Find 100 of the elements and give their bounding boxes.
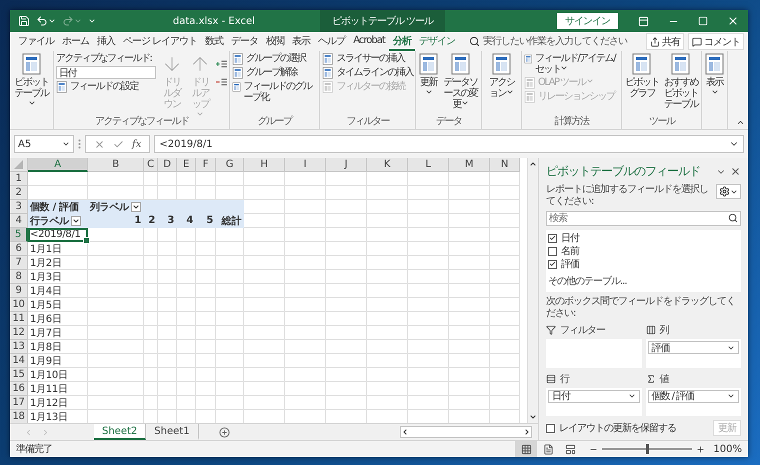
- sheet-cell[interactable]: [196, 242, 216, 256]
- sheet-cell[interactable]: [144, 326, 158, 340]
- sheet-cell[interactable]: [367, 256, 408, 270]
- ribbon-button[interactable]: フィールドのグループ化: [232, 81, 317, 103]
- row-header[interactable]: 15: [10, 368, 28, 382]
- row-header[interactable]: 6: [10, 242, 28, 256]
- ribbon-button[interactable]: フィールドの設定: [56, 81, 156, 93]
- sheet-cell[interactable]: 行ラベル: [28, 214, 88, 228]
- column-header[interactable]: J: [326, 158, 367, 172]
- sheet-cell[interactable]: [244, 270, 285, 284]
- sheet-cell[interactable]: [144, 382, 158, 396]
- area-box[interactable]: 評価: [646, 339, 741, 368]
- sheet-cell[interactable]: [177, 354, 196, 368]
- sheet-cell[interactable]: [177, 326, 196, 340]
- sheet-cell[interactable]: [158, 270, 177, 284]
- sheet-cell[interactable]: [408, 270, 449, 284]
- sheet-cell[interactable]: [326, 172, 367, 186]
- next-sheet-icon[interactable]: [41, 428, 50, 436]
- sheet-cell[interactable]: [326, 382, 367, 396]
- sheet-cell[interactable]: [326, 200, 367, 214]
- quick-access-button[interactable]: [36, 15, 56, 27]
- column-header[interactable]: N: [490, 158, 520, 172]
- sheet-cell[interactable]: [367, 326, 408, 340]
- sheet-cell[interactable]: [244, 200, 285, 214]
- sheet-cell[interactable]: [367, 186, 408, 200]
- sheet-cell[interactable]: [408, 382, 449, 396]
- sheet-cell[interactable]: [196, 340, 216, 354]
- sheet-cell[interactable]: [216, 368, 244, 382]
- sheet-cell[interactable]: [449, 382, 490, 396]
- sheet-cell[interactable]: [326, 354, 367, 368]
- sheet-cell[interactable]: [177, 298, 196, 312]
- sheet-cell[interactable]: [408, 186, 449, 200]
- sheet-cell[interactable]: [244, 396, 285, 410]
- sheet-cell[interactable]: 3: [158, 214, 177, 228]
- quick-access-button[interactable]: [88, 17, 96, 25]
- sheet-cell[interactable]: [408, 354, 449, 368]
- sheet-cell[interactable]: [285, 172, 326, 186]
- checkbox[interactable]: [548, 234, 557, 242]
- sheet-cell[interactable]: [88, 228, 144, 242]
- area-box[interactable]: 日付: [546, 388, 642, 416]
- sheet-cell[interactable]: [326, 214, 367, 228]
- sheet-cell[interactable]: [144, 172, 158, 186]
- column-header[interactable]: M: [449, 158, 490, 172]
- sheet-cell[interactable]: [285, 382, 326, 396]
- menu-tab[interactable]: ファイル: [14, 32, 58, 51]
- sheet-cell[interactable]: [285, 228, 326, 242]
- sheet-cell[interactable]: [244, 214, 285, 228]
- sheet-cell[interactable]: [28, 186, 88, 200]
- sheet-cell[interactable]: [367, 242, 408, 256]
- sheet-cell[interactable]: [196, 172, 216, 186]
- sheet-cell[interactable]: [408, 228, 449, 242]
- sheet-cell[interactable]: [367, 228, 408, 242]
- row-header[interactable]: 2: [10, 186, 28, 200]
- row-header[interactable]: 16: [10, 382, 28, 396]
- menu-tab[interactable]: ホーム: [58, 32, 93, 51]
- ribbon-button[interactable]: アクション: [484, 53, 519, 99]
- row-header[interactable]: 17: [10, 396, 28, 410]
- select-all-icon[interactable]: [14, 160, 23, 169]
- share-button[interactable]: 共有: [646, 33, 684, 50]
- sheet-cell[interactable]: 1月3日: [28, 270, 88, 284]
- sheet-cell[interactable]: [88, 326, 144, 340]
- scroll-up-icon[interactable]: [529, 160, 537, 168]
- sheet-cell[interactable]: 総計: [216, 214, 244, 228]
- sheet-cell[interactable]: [367, 172, 408, 186]
- row-header[interactable]: 3: [10, 200, 28, 214]
- column-header[interactable]: E: [177, 158, 196, 172]
- sheet-cell[interactable]: [158, 382, 177, 396]
- sheet-cell[interactable]: [285, 214, 326, 228]
- column-header[interactable]: H: [244, 158, 285, 172]
- area-box[interactable]: 個数 / 評価: [646, 388, 741, 416]
- column-header[interactable]: I: [285, 158, 326, 172]
- sheet-cell[interactable]: [177, 312, 196, 326]
- sheet-cell[interactable]: [177, 186, 196, 200]
- sheet-cell[interactable]: 1月8日: [28, 340, 88, 354]
- sheet-cell[interactable]: [490, 382, 520, 396]
- sheet-cell[interactable]: [326, 228, 367, 242]
- sheet-cell[interactable]: [177, 396, 196, 410]
- column-header[interactable]: A: [28, 158, 88, 172]
- sheet-cell[interactable]: [449, 298, 490, 312]
- sheet-cell[interactable]: [449, 172, 490, 186]
- sheet-cell[interactable]: [449, 284, 490, 298]
- sheet-cell[interactable]: [285, 312, 326, 326]
- sheet-cell[interactable]: [408, 284, 449, 298]
- row-header[interactable]: 5: [10, 228, 28, 242]
- sheet-cell[interactable]: [88, 396, 144, 410]
- sheet-cell[interactable]: [285, 340, 326, 354]
- sheet-cell[interactable]: 個数 / 評価: [28, 200, 88, 214]
- ribbon-button[interactable]: グループの選択: [232, 53, 317, 65]
- sheet-cell[interactable]: 列ラベル: [88, 200, 144, 214]
- sheet-cell[interactable]: [216, 396, 244, 410]
- sheet-cell[interactable]: [408, 312, 449, 326]
- sheet-cell[interactable]: [367, 214, 408, 228]
- sheet-cell[interactable]: [326, 242, 367, 256]
- expand-field-button[interactable]: [216, 59, 227, 69]
- sheet-cell[interactable]: [490, 242, 520, 256]
- menu-tab[interactable]: 表示: [288, 32, 314, 51]
- row-header[interactable]: 1: [10, 172, 28, 186]
- sheet-cell[interactable]: [216, 354, 244, 368]
- sheet-cell[interactable]: [144, 284, 158, 298]
- sheet-cell[interactable]: [449, 200, 490, 214]
